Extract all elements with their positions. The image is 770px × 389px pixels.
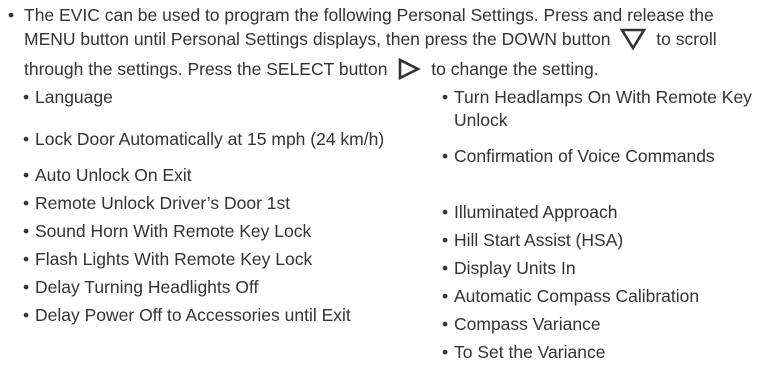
list-item: • Auto Unlock On Exit (23, 164, 423, 187)
setting-label: Delay Turning Headlights Off (35, 277, 259, 297)
list-bullet: • (23, 87, 30, 107)
list-item: • Flash Lights With Remote Key Lock (23, 248, 423, 271)
intro-text: The EVIC can be used to program the foll… (24, 4, 766, 87)
intro-text-part3: to change the setting. (431, 59, 599, 79)
list-bullet: • (23, 277, 30, 297)
list-item: • Delay Power Off to Accessories until E… (23, 304, 423, 327)
list-bullet: • (23, 305, 30, 325)
setting-label: Automatic Compass Calibration (454, 286, 700, 306)
list-bullet: • (442, 87, 449, 107)
list-bullet: • (442, 146, 449, 166)
setting-label: Display Units In (454, 258, 576, 278)
list-item: • Remote Unlock Driver’s Door 1st (23, 192, 423, 215)
setting-label: Lock Door Automatically at 15 mph (24 km… (35, 129, 385, 149)
list-bullet: • (442, 258, 449, 278)
setting-label: Compass Variance (454, 314, 601, 334)
setting-label: Language (35, 87, 113, 107)
list-bullet: • (442, 342, 449, 362)
list-bullet: • (23, 193, 30, 213)
list-item: • Hill Start Assist (HSA) (442, 229, 768, 252)
list-bullet: • (442, 286, 449, 306)
list-bullet: • (23, 165, 30, 185)
settings-list-left: • Language • Lock Door Automatically at … (23, 86, 423, 332)
list-item: • Lock Door Automatically at 15 mph (24 … (23, 128, 423, 151)
setting-label: Flash Lights With Remote Key Lock (35, 249, 313, 269)
setting-label: Turn Headlamps On With Remote Key Unlock (454, 87, 752, 130)
intro-text-part1: The EVIC can be used to program the foll… (24, 5, 714, 49)
right-triangle-icon (396, 57, 422, 87)
list-item: • Confirmation of Voice Commands (442, 145, 768, 168)
list-item: • Display Units In (442, 257, 768, 280)
setting-label: Auto Unlock On Exit (35, 165, 192, 185)
list-item: • Illuminated Approach (442, 201, 768, 224)
setting-label: Delay Power Off to Accessories until Exi… (35, 305, 351, 325)
setting-label: Confirmation of Voice Commands (454, 146, 715, 166)
list-item: • Delay Turning Headlights Off (23, 276, 423, 299)
intro-paragraph: • The EVIC can be used to program the fo… (8, 4, 766, 87)
list-bullet: • (442, 314, 449, 334)
list-bullet: • (442, 230, 449, 250)
intro-bullet: • (8, 5, 15, 25)
setting-label: Illuminated Approach (454, 202, 618, 222)
list-bullet: • (23, 221, 30, 241)
list-item: • To Set the Variance (442, 341, 768, 364)
down-triangle-icon (619, 27, 647, 57)
list-item: • Automatic Compass Calibration (442, 285, 768, 308)
list-bullet: • (23, 249, 30, 269)
list-bullet: • (442, 202, 449, 222)
list-item: • Sound Horn With Remote Key Lock (23, 220, 423, 243)
setting-label: Remote Unlock Driver’s Door 1st (35, 193, 291, 213)
settings-list-right: • Turn Headlamps On With Remote Key Unlo… (442, 86, 768, 369)
list-bullet: • (23, 129, 30, 149)
setting-label: Hill Start Assist (HSA) (454, 230, 624, 250)
list-item: • Compass Variance (442, 313, 768, 336)
list-item: • Turn Headlamps On With Remote Key Unlo… (442, 86, 768, 132)
list-item: • Language (23, 86, 423, 109)
setting-label: To Set the Variance (454, 342, 606, 362)
setting-label: Sound Horn With Remote Key Lock (35, 221, 312, 241)
